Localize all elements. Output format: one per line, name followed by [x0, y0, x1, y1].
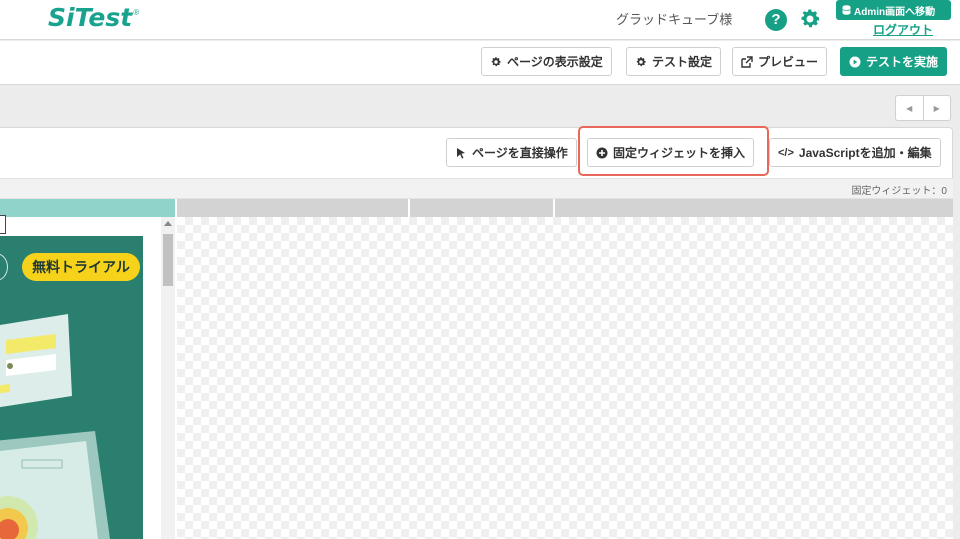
widget-status-bar: 固定ウィジェット：0	[0, 178, 953, 199]
gear-icon	[636, 56, 646, 66]
direct-operate-button[interactable]: ページを直接操作	[446, 138, 577, 167]
prev-arrow-icon[interactable]: ◀	[896, 96, 923, 120]
scrollbar-thumb[interactable]	[163, 234, 173, 286]
next-arrow-icon[interactable]: ▶	[922, 96, 951, 120]
transparent-canvas	[177, 217, 953, 539]
run-test-label: テストを実施	[866, 55, 939, 69]
user-name: グラッドキューブ様	[616, 12, 733, 27]
page-display-settings-label: ページの表示設定	[507, 55, 603, 69]
test-settings-button[interactable]: テスト設定	[626, 47, 722, 76]
logout-link[interactable]: ログアウト	[873, 21, 933, 38]
viewport-ruler-segment	[177, 199, 408, 217]
viewport-ruler-active	[0, 199, 175, 217]
admin-button[interactable]: Admin画面へ移動	[836, 0, 951, 20]
main-toolbar: ページの表示設定 テスト設定 プレビュー テストを実施	[0, 41, 960, 85]
pager-arrows: ◀ ▶	[895, 95, 951, 121]
sitest-logo[interactable]: SiTest ®	[48, 4, 139, 32]
viewport-ruler-segment	[410, 199, 553, 217]
code-icon: </>	[778, 146, 794, 159]
banner-illustration	[0, 314, 110, 539]
preview-input-box	[0, 215, 6, 234]
logo-text: SiTest	[48, 3, 133, 32]
highlight-frame	[578, 126, 769, 176]
add-javascript-label: JavaScriptを追加・編集	[798, 146, 932, 160]
scroll-up-arrow-icon[interactable]	[164, 221, 172, 226]
registered-mark: ®	[133, 8, 140, 17]
page-display-settings-button[interactable]: ページの表示設定	[481, 47, 612, 76]
external-link-icon	[741, 55, 753, 68]
widget-count: 固定ウィジェット：0	[851, 186, 947, 197]
promo-banner[interactable]: 無料トライアル	[0, 236, 143, 539]
database-icon	[842, 5, 851, 15]
preview-scrollbar[interactable]	[161, 217, 175, 539]
viewport-ruler-segment	[555, 199, 953, 217]
test-settings-label: テスト設定	[652, 55, 713, 69]
run-test-button[interactable]: テストを実施	[840, 47, 948, 76]
add-javascript-button[interactable]: </> JavaScriptを追加・編集	[769, 138, 941, 167]
play-circle-icon	[849, 56, 861, 67]
help-icon[interactable]: ?	[765, 9, 787, 31]
direct-operate-label: ページを直接操作	[472, 146, 568, 160]
preview-label: プレビュー	[758, 55, 819, 69]
gear-icon	[491, 56, 501, 66]
cursor-icon	[457, 147, 465, 159]
gear-icon[interactable]	[798, 7, 822, 31]
preview-button[interactable]: プレビュー	[732, 47, 828, 76]
admin-button-label: Admin画面へ移動	[854, 6, 936, 18]
top-header: SiTest ® グラッドキューブ様 ? Admin画面へ移動 ログアウト	[0, 0, 960, 40]
